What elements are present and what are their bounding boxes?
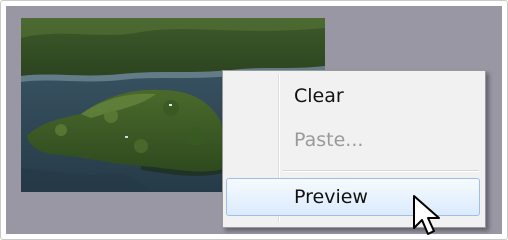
menu-item-paste[interactable]: Paste... <box>226 121 480 159</box>
menu-item-label: Preview <box>294 186 368 208</box>
menu-item-label: Paste... <box>294 129 364 151</box>
menu-separator <box>283 170 479 172</box>
menu-item-label: Clear <box>294 85 344 107</box>
context-menu: Clear Paste... Preview <box>222 70 486 228</box>
arrow-pointer-icon <box>413 195 440 235</box>
menu-item-clear[interactable]: Clear <box>226 77 480 115</box>
